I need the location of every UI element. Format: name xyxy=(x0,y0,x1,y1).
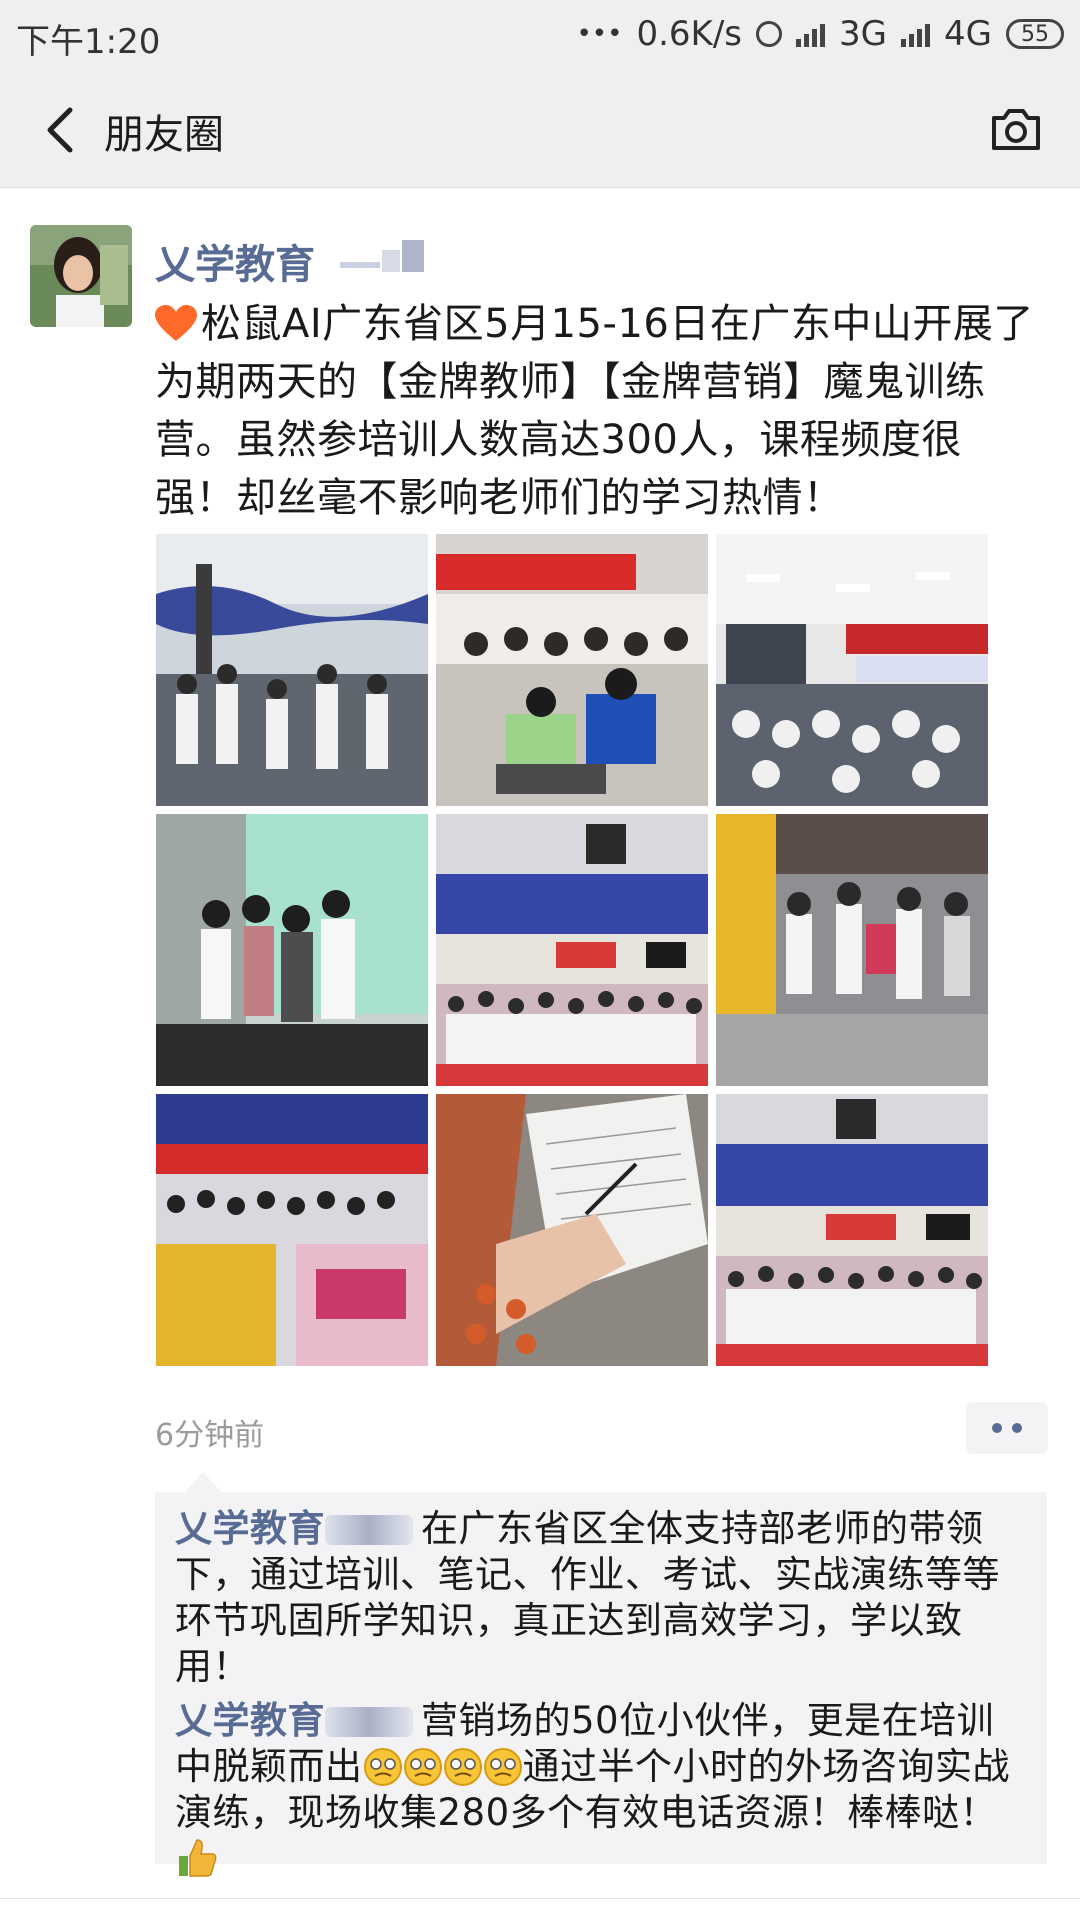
comment-author[interactable]: 乂学教育 xyxy=(175,1507,325,1550)
photo-8[interactable] xyxy=(436,1094,708,1366)
photo-2[interactable] xyxy=(436,534,708,806)
dot-icon xyxy=(992,1423,1002,1433)
back-arrow-icon[interactable] xyxy=(38,100,88,160)
photo-4[interactable] xyxy=(156,814,428,1086)
thumbs-up-icon xyxy=(179,1839,217,1877)
status-bar: 下午1:20 ••• 0.6K/s 3G 4G 55 xyxy=(0,0,1080,70)
dazed-face-emoji-icon xyxy=(483,1748,522,1786)
status-icons: ••• 0.6K/s 3G 4G 55 xyxy=(576,14,1064,54)
audience-banner-photo xyxy=(156,1094,428,1366)
photo-1[interactable] xyxy=(156,534,428,806)
camera-icon[interactable] xyxy=(986,100,1046,160)
more-actions-button[interactable] xyxy=(966,1402,1048,1454)
battery-icon: 55 xyxy=(1006,19,1064,49)
heart-icon xyxy=(155,305,197,341)
classroom-students-photo xyxy=(436,534,708,806)
page-title: 朋友圈 xyxy=(104,112,224,158)
comment-box: 乂学教育 在广东省区全体支持部老师的带领下，通过培训、笔记、作业、考试、实战演练等… xyxy=(155,1472,1047,1877)
poster-name[interactable]: 乂学教育 xyxy=(155,232,315,290)
photo-7[interactable] xyxy=(156,1094,428,1366)
photo-5[interactable] xyxy=(436,814,708,1086)
dazed-face-emoji-icon xyxy=(403,1748,442,1786)
comment-author[interactable]: 乂学教育 xyxy=(175,1699,325,1742)
photo-9[interactable] xyxy=(716,1094,988,1366)
dazed-face-emoji-icon xyxy=(363,1748,402,1786)
signal-hd-icon xyxy=(901,21,931,47)
post-body: 松鼠AI广东省区5月15-16日在广东中山开展了为期两天的【金牌教师】【金牌营销… xyxy=(155,301,1034,521)
training-hall-photo xyxy=(156,534,428,806)
network-speed: 0.6K/s xyxy=(636,14,743,54)
divider xyxy=(0,1898,1080,1899)
network-4g: 4G xyxy=(944,14,992,54)
blurred-name-suffix xyxy=(325,1707,413,1737)
comment-item[interactable]: 乂学教育 营销场的50位小伙伴，更是在培训中脱颖而出 通过半个小时的外场咨询实战演练… xyxy=(175,1698,1027,1883)
group-practice-photo xyxy=(156,814,428,1086)
post-time: 6分钟前 xyxy=(155,1418,265,1453)
alarm-icon xyxy=(756,21,783,47)
network-3g: 3G xyxy=(839,14,888,54)
more-dots: ••• xyxy=(576,19,623,49)
note-taking-photo xyxy=(436,1094,708,1366)
mall-street-photo xyxy=(716,814,988,1086)
nav-bar: 朋友圈 xyxy=(0,70,1080,188)
storefront-group-photo xyxy=(436,814,708,1086)
blurred-name-suffix xyxy=(325,1515,413,1545)
avatar[interactable] xyxy=(30,225,132,327)
dazed-face-emoji-icon xyxy=(443,1748,482,1786)
post-text: 松鼠AI广东省区5月15-16日在广东中山开展了为期两天的【金牌教师】【金牌营销… xyxy=(155,295,1035,527)
photo-3[interactable] xyxy=(716,534,988,806)
blurred-name-suffix xyxy=(340,240,424,272)
dot-icon xyxy=(1012,1423,1022,1433)
lecture-hall-photo xyxy=(716,534,988,806)
signal-icon xyxy=(796,21,826,47)
photo-6[interactable] xyxy=(716,814,988,1086)
comment-item[interactable]: 乂学教育 在广东省区全体支持部老师的带领下，通过培训、笔记、作业、考试、实战演练等… xyxy=(175,1506,1027,1690)
status-time: 下午1:20 xyxy=(16,22,161,62)
storefront-group-photo-2 xyxy=(716,1094,988,1366)
photo-grid xyxy=(156,534,988,1366)
